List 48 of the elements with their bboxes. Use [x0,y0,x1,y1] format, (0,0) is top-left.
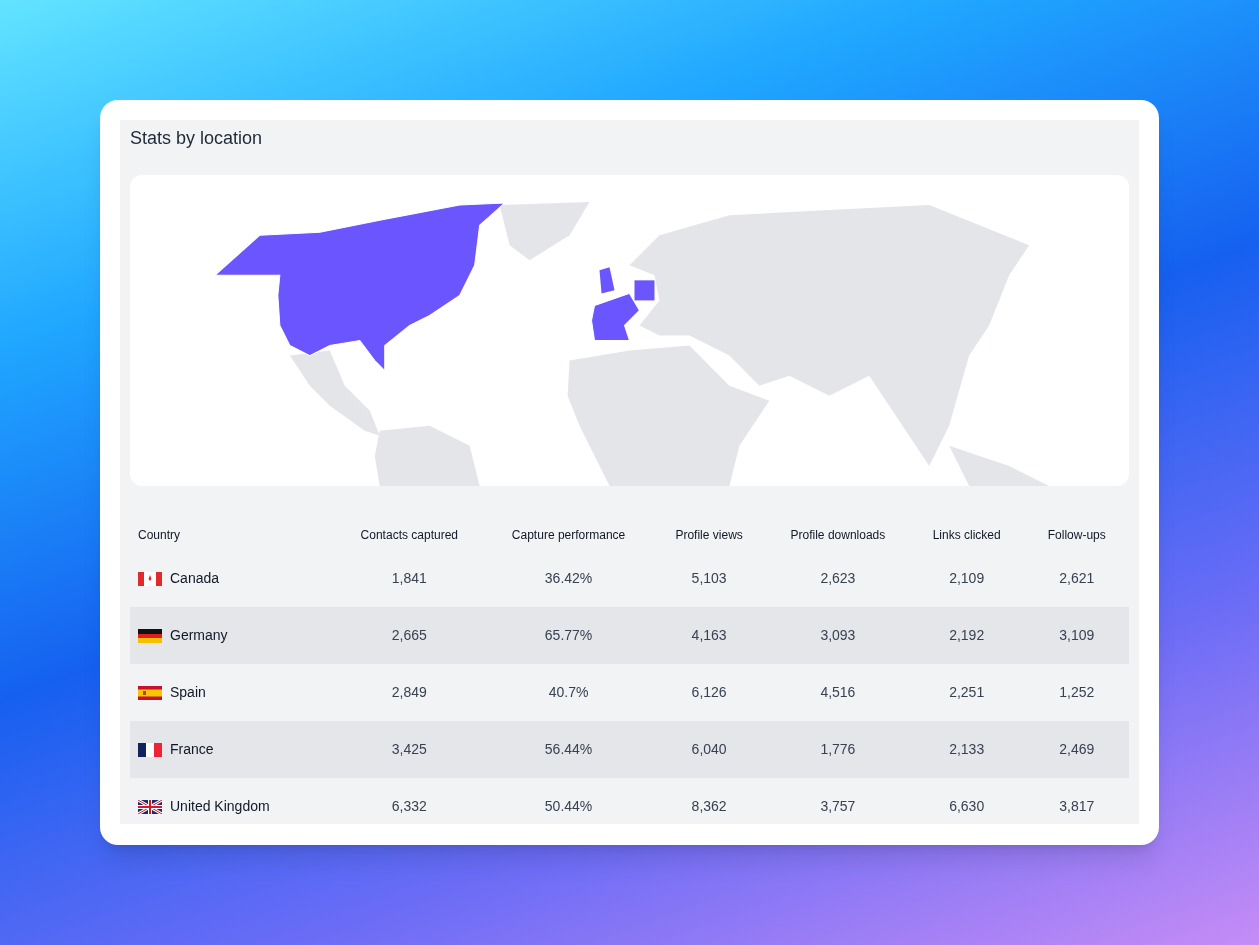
table-cell: 2,469 [1059,741,1095,757]
table-cell: 36.42% [544,570,593,586]
table-cell: 1,252 [1059,684,1095,700]
table-cell: 2,251 [949,684,985,700]
table-cell: 3,425 [391,741,427,757]
table-cell: 2,665 [391,627,427,643]
table-cell: 2,849 [391,684,427,700]
column-header: Country [138,527,182,544]
table-cell: 3,093 [820,627,856,643]
flag-icon [138,628,162,643]
table-cell: 2,192 [949,627,985,643]
table-cell: 3,109 [1059,627,1095,643]
table-cell: 2,623 [820,570,856,586]
table-cell: 6,630 [949,798,985,814]
column-header: Follow-ups [1046,527,1107,544]
country-name: Germany [170,626,228,645]
table-cell: 6,126 [691,684,727,700]
country-name: United Kingdom [170,797,270,816]
flag-icon [138,685,162,700]
table-cell: 1,776 [820,741,856,757]
column-header: Profile views [674,527,744,544]
table-cell: 50.44% [544,798,593,814]
panel-title: Stats by location [130,127,264,150]
column-header: Capture performance [510,527,627,544]
table-cell: 5,103 [691,570,727,586]
table-cell: 56.44% [544,741,593,757]
table-cell: 1,841 [391,570,427,586]
table-cell: 3,817 [1059,798,1095,814]
flag-icon [138,571,162,586]
table-cell: 65.77% [544,627,593,643]
flag-icon [138,742,162,757]
country-name: Spain [170,683,206,702]
table-cell: 8,362 [691,798,727,814]
country-name: France [170,740,214,759]
column-header: Links clicked [931,527,1002,544]
table-cell: 6,040 [691,741,727,757]
table-cell: 3,757 [820,798,856,814]
flag-icon [138,799,162,814]
table-cell: 6,332 [391,798,427,814]
table-cell: 2,621 [1059,570,1095,586]
table-cell: 4,516 [820,684,856,700]
column-header: Profile downloads [789,527,887,544]
column-header: Contacts captured [359,527,459,544]
country-name: Canada [170,569,220,588]
table-cell: 40.7% [548,684,589,700]
table-cell: 2,109 [949,570,985,586]
table-cell: 4,163 [691,627,727,643]
table-cell: 2,133 [949,741,985,757]
